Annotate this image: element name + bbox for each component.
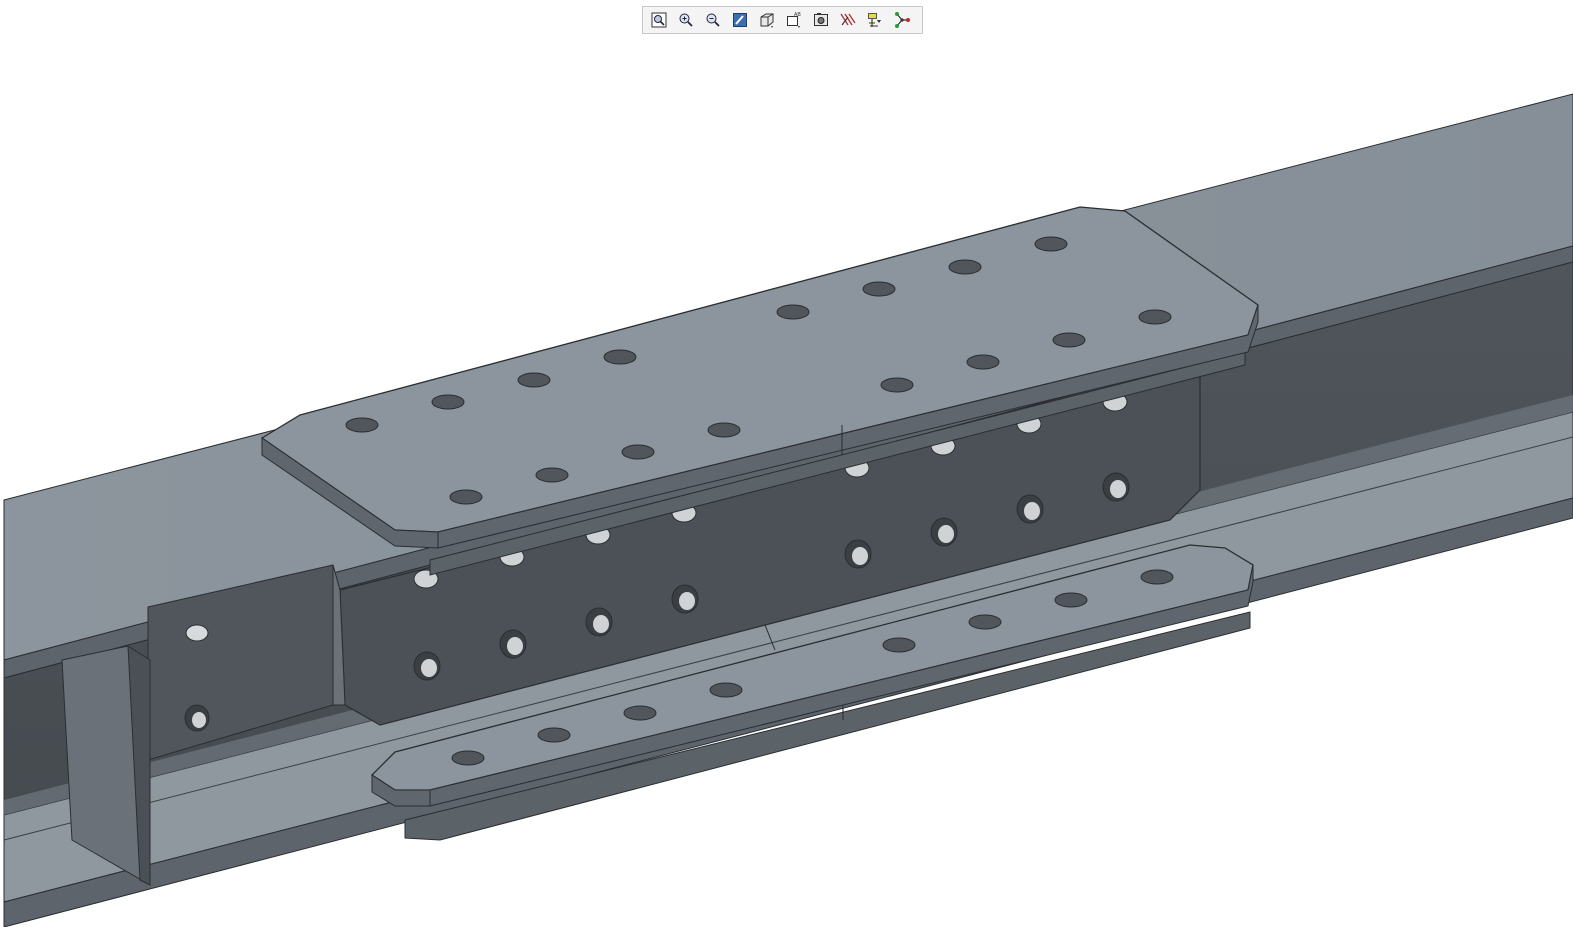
display-style-button[interactable] bbox=[755, 9, 779, 31]
datum-display-button[interactable] bbox=[863, 9, 887, 31]
view-manager-button[interactable] bbox=[809, 9, 833, 31]
spin-center-icon bbox=[893, 11, 911, 29]
spin-center-button[interactable] bbox=[890, 9, 914, 31]
zoom-in-button[interactable] bbox=[674, 9, 698, 31]
zoom-out-button[interactable] bbox=[701, 9, 725, 31]
zoom-out-icon bbox=[704, 11, 722, 29]
repaint-button[interactable] bbox=[728, 9, 752, 31]
zoom-fit-icon bbox=[650, 11, 668, 29]
annotation-display-button[interactable] bbox=[836, 9, 860, 31]
zoom-in-icon bbox=[677, 11, 695, 29]
view-manager-icon bbox=[812, 11, 830, 29]
saved-views-button[interactable]: AB bbox=[782, 9, 806, 31]
svg-text:AB: AB bbox=[794, 12, 801, 18]
annotation-display-icon bbox=[839, 11, 857, 29]
saved-views-icon: AB bbox=[785, 11, 803, 29]
view-toolbar: AB bbox=[642, 6, 923, 34]
model-canvas[interactable] bbox=[0, 0, 1573, 927]
display-style-icon bbox=[758, 11, 776, 29]
zoom-fit-button[interactable] bbox=[647, 9, 671, 31]
repaint-icon bbox=[731, 11, 749, 29]
datum-display-icon bbox=[866, 11, 884, 29]
3d-model-viewport[interactable] bbox=[0, 0, 1573, 927]
